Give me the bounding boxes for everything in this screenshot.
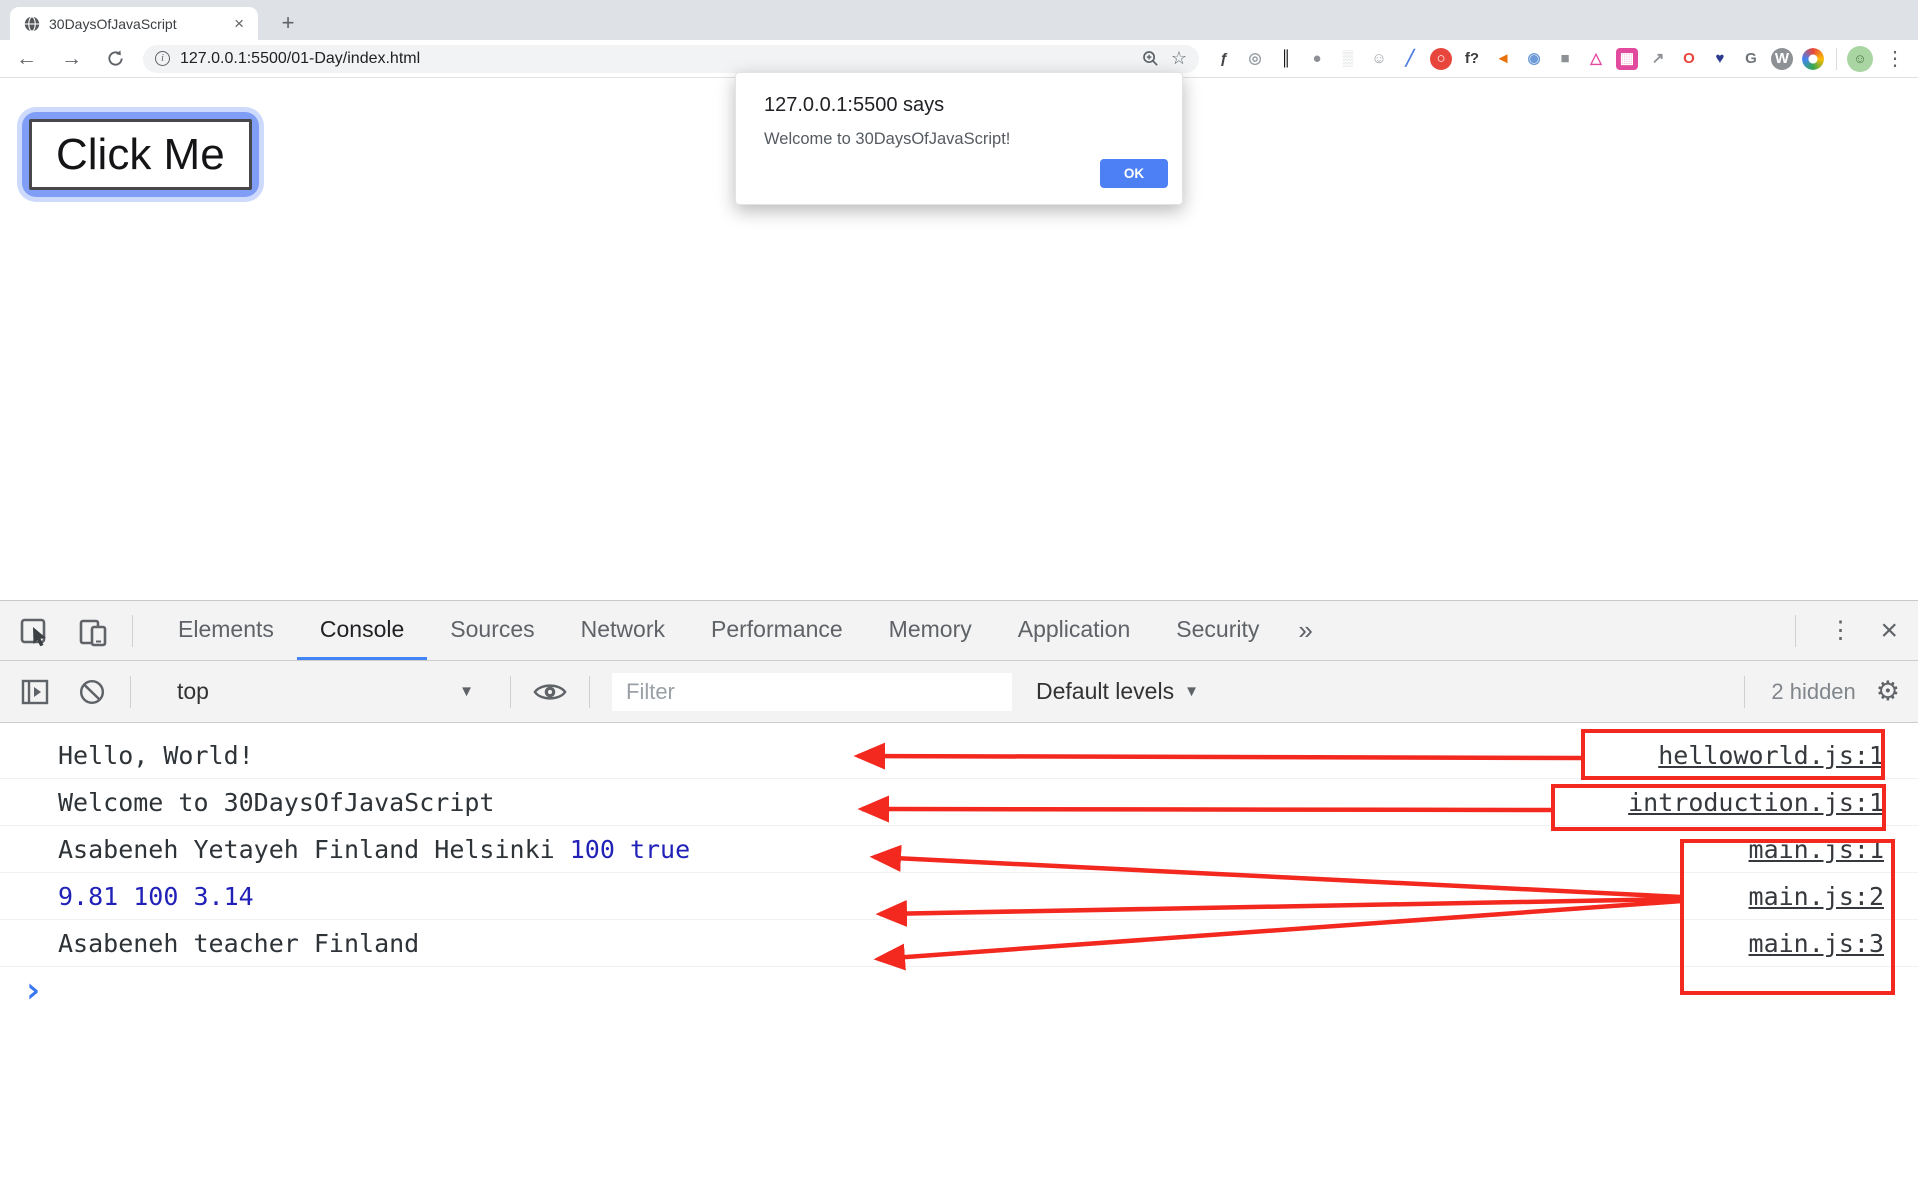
tab-elements[interactable]: Elements: [155, 601, 297, 660]
camera-extension-icon[interactable]: ■: [1554, 48, 1576, 70]
g-arrow-extension-icon[interactable]: G: [1740, 48, 1762, 70]
log-levels-dropdown[interactable]: Default levels ▼: [1036, 678, 1199, 705]
click-me-focus-ring: Click Me: [22, 112, 259, 197]
bug-extension-icon[interactable]: ●: [1306, 48, 1328, 70]
dropper-extension-icon[interactable]: ╱: [1399, 48, 1421, 70]
tab-application[interactable]: Application: [995, 601, 1154, 660]
toolbar-divider: [589, 675, 590, 708]
bookmark-star-icon[interactable]: ☆: [1171, 48, 1187, 69]
levels-label: Default levels: [1036, 678, 1175, 704]
toolbar-divider: [130, 675, 131, 708]
share-extension-icon[interactable]: ↗: [1647, 48, 1669, 70]
browser-menu-icon[interactable]: ⋮: [1885, 46, 1905, 71]
page-viewport: Click Me 127.0.0.1:5500 says Welcome to …: [0, 72, 1918, 600]
devtools-tabbar: Elements Console Sources Network Perform…: [0, 601, 1918, 661]
browser-tab[interactable]: 30DaysOfJavaScript ×: [10, 7, 258, 40]
hidden-messages-count: 2 hidden: [1771, 678, 1856, 704]
clear-console-icon[interactable]: [76, 676, 108, 708]
profile-avatar[interactable]: ☺: [1847, 45, 1873, 72]
source-link-main-2[interactable]: main.js:2: [1749, 882, 1884, 911]
toolbar-divider: [510, 675, 511, 708]
toolbar-divider: [1836, 47, 1837, 70]
devtools-panel: Elements Console Sources Network Perform…: [0, 600, 1918, 1200]
log-number-text: 100 true: [569, 834, 691, 864]
toolbar-divider: [1744, 675, 1746, 708]
console-settings-gear-icon[interactable]: ⚙: [1876, 678, 1900, 705]
script-f-extension-icon[interactable]: ƒ: [1213, 48, 1235, 70]
chevron-down-icon: ▼: [459, 683, 474, 700]
source-link-introduction[interactable]: introduction.js:1: [1628, 788, 1884, 817]
tab-close-icon[interactable]: ×: [230, 14, 248, 34]
f-question-extension-icon[interactable]: f?: [1461, 48, 1483, 70]
inspect-element-icon[interactable]: [18, 614, 52, 648]
forward-icon[interactable]: →: [61, 48, 82, 69]
live-expression-eye-icon[interactable]: [533, 679, 567, 705]
console-output: Hello, World! helloworld.js:1 Welcome to…: [0, 723, 1918, 1014]
extensions-bar: ƒ ◎ ║ ● ▒ ☺ ╱ ○ f? ◄ ◉ ■ △ ▦ ↗ O ♥ G W: [1213, 47, 1824, 70]
target-extension-icon[interactable]: ◎: [1244, 48, 1266, 70]
reload-icon[interactable]: [106, 49, 125, 68]
grid-extension-icon[interactable]: ▒: [1337, 48, 1359, 70]
console-log-row: Asabeneh Yetayeh Finland Helsinki 100 tr…: [0, 826, 1918, 873]
alert-message: Welcome to 30DaysOfJavaScript!: [764, 130, 1011, 148]
context-label: top: [177, 678, 209, 704]
tab-security[interactable]: Security: [1153, 601, 1282, 660]
tab-title: 30DaysOfJavaScript: [49, 15, 177, 32]
pause-extension-icon[interactable]: ║: [1275, 48, 1297, 70]
log-text: Asabeneh teacher Finland: [58, 928, 420, 958]
source-link-helloworld[interactable]: helloworld.js:1: [1658, 741, 1884, 770]
new-tab-button[interactable]: +: [272, 7, 304, 40]
source-link-main-3[interactable]: main.js:3: [1749, 929, 1884, 958]
click-me-button[interactable]: Click Me: [29, 119, 252, 190]
url-text: 127.0.0.1:5500/01-Day/index.html: [180, 49, 421, 67]
chevron-down-icon: ▼: [1184, 683, 1199, 700]
tabbar-divider: [1795, 614, 1797, 647]
color-wheel-extension-icon[interactable]: [1802, 47, 1824, 70]
globe-favicon-icon: [24, 15, 40, 32]
page-info-icon[interactable]: i: [155, 51, 170, 66]
back-icon[interactable]: ←: [16, 48, 37, 69]
tab-console[interactable]: Console: [296, 601, 428, 660]
console-sidebar-toggle-icon[interactable]: [18, 675, 52, 709]
bell-extension-icon[interactable]: △: [1585, 48, 1607, 70]
alert-ok-button[interactable]: OK: [1100, 159, 1168, 188]
log-text: Asabeneh Yetayeh Finland Helsinki: [58, 834, 570, 864]
devtools-menu-icon[interactable]: ⋮: [1828, 616, 1852, 645]
devtools-close-icon[interactable]: ×: [1880, 615, 1898, 646]
qr-extension-icon[interactable]: ▦: [1616, 47, 1638, 70]
log-number-text: 9.81 100 3.14: [58, 881, 254, 911]
console-log-row: 9.81 100 3.14 main.js:2: [0, 873, 1918, 920]
browser-window: 30DaysOfJavaScript × + ← → i 127.0.0.1:5…: [0, 0, 1918, 1200]
context-dropdown[interactable]: top ▼: [153, 678, 488, 705]
prompt-chevron-icon: ›: [22, 969, 44, 1011]
console-prompt[interactable]: ›: [0, 967, 1918, 1014]
emoji-extension-icon[interactable]: ☺: [1368, 48, 1390, 70]
alert-dialog: 127.0.0.1:5500 says Welcome to 30DaysOfJ…: [735, 72, 1183, 205]
more-tabs-icon[interactable]: »: [1298, 615, 1312, 646]
swirl-extension-icon[interactable]: ◉: [1523, 48, 1545, 70]
tab-sources[interactable]: Sources: [427, 601, 557, 660]
log-text: Hello, World!: [58, 740, 254, 770]
log-text: Welcome to 30DaysOfJavaScript: [58, 787, 495, 817]
heart-search-extension-icon[interactable]: ♥: [1709, 48, 1731, 70]
w-extension-icon[interactable]: W: [1771, 47, 1793, 70]
device-toolbar-icon[interactable]: [76, 614, 110, 648]
console-toolbar: top ▼ Default levels ▼ 2 hidden ⚙: [0, 661, 1918, 723]
tabbar-divider: [132, 614, 133, 647]
megaphone-extension-icon[interactable]: ◄: [1492, 48, 1514, 70]
tab-strip: 30DaysOfJavaScript × +: [0, 0, 1918, 40]
tab-memory[interactable]: Memory: [866, 601, 995, 660]
filter-input[interactable]: [612, 672, 1012, 711]
stop-hand-extension-icon[interactable]: ○: [1430, 47, 1452, 70]
tab-performance[interactable]: Performance: [688, 601, 866, 660]
tab-network[interactable]: Network: [558, 601, 688, 660]
opera-extension-icon[interactable]: O: [1678, 48, 1700, 70]
console-log-row: Welcome to 30DaysOfJavaScript introducti…: [0, 779, 1918, 826]
console-log-row: Hello, World! helloworld.js:1: [0, 732, 1918, 779]
source-link-main-1[interactable]: main.js:1: [1749, 835, 1884, 864]
console-log-row: Asabeneh teacher Finland main.js:3: [0, 920, 1918, 967]
address-bar[interactable]: i 127.0.0.1:5500/01-Day/index.html ☆: [143, 44, 1199, 73]
zoom-magnifier-icon[interactable]: [1142, 50, 1159, 67]
alert-title: 127.0.0.1:5500 says: [764, 94, 945, 116]
